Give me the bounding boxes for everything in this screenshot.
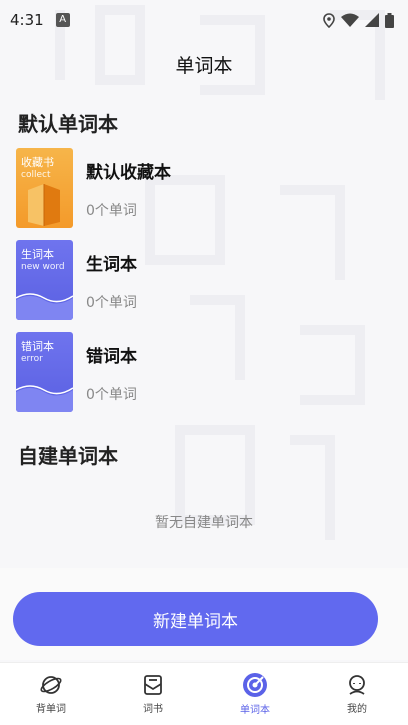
tab-recite[interactable]: 背单词 xyxy=(0,663,102,725)
new-wordbook-button[interactable]: 新建单词本 xyxy=(13,592,378,646)
planet-icon xyxy=(40,676,62,694)
open-book-icon xyxy=(28,184,60,226)
book-word-count: 0个单词 xyxy=(86,295,137,311)
book-item-new-word[interactable]: 生词本 new word 生词本 0个单词 xyxy=(16,240,376,320)
tab-vocab-notebook[interactable]: 单词本 xyxy=(204,663,306,725)
battery-icon xyxy=(385,12,394,28)
book-item-error[interactable]: 错词本 error 错词本 0个单词 xyxy=(16,332,376,412)
cover-title: 收藏书 xyxy=(21,156,54,169)
default-section-title: 默认单词本 xyxy=(18,112,118,136)
book-cover-collect: 收藏书 collect xyxy=(16,148,73,228)
wifi-icon xyxy=(341,13,359,27)
book-cover-new-word: 生词本 new word xyxy=(16,240,73,320)
status-time: 4:31 xyxy=(10,11,44,29)
signal-icon xyxy=(365,13,379,27)
status-icons xyxy=(323,12,394,28)
tab-label: 我的 xyxy=(347,704,367,715)
tab-profile[interactable]: 我的 xyxy=(306,663,408,725)
book-name: 错词本 xyxy=(86,347,137,367)
wave-icon xyxy=(16,385,73,412)
person-icon xyxy=(349,675,365,695)
cover-subtitle: collect xyxy=(21,170,51,180)
tab-label: 单词本 xyxy=(240,705,270,716)
wave-icon xyxy=(16,293,73,320)
target-icon xyxy=(243,673,267,697)
tab-label: 背单词 xyxy=(36,704,66,715)
tab-wordbooks[interactable]: 词书 xyxy=(102,663,204,725)
book-word-count: 0个单词 xyxy=(86,203,137,219)
tab-label: 词书 xyxy=(143,704,163,715)
empty-state-text: 暂无自建单词本 xyxy=(155,515,253,531)
cover-title: 错词本 xyxy=(21,340,54,353)
book-mail-icon xyxy=(144,675,162,695)
custom-section-title: 自建单词本 xyxy=(18,444,118,468)
page-title: 单词本 xyxy=(175,54,233,77)
notification-icon: A xyxy=(55,13,70,27)
cover-subtitle: new word xyxy=(21,262,65,272)
cover-subtitle: error xyxy=(21,354,43,364)
book-name: 默认收藏本 xyxy=(86,163,171,183)
cover-title: 生词本 xyxy=(21,248,54,261)
page-title-bar: 单词本 xyxy=(0,40,408,88)
location-icon xyxy=(323,12,335,28)
book-cover-error: 错词本 error xyxy=(16,332,73,412)
book-item-collect[interactable]: 收藏书 collect 默认收藏本 0个单词 xyxy=(16,148,376,228)
status-bar: 4:31 A xyxy=(0,0,408,40)
book-name: 生词本 xyxy=(86,255,137,275)
bottom-tab-bar: 背单词 词书 单词本 我的 xyxy=(0,662,408,725)
book-word-count: 0个单词 xyxy=(86,387,137,403)
